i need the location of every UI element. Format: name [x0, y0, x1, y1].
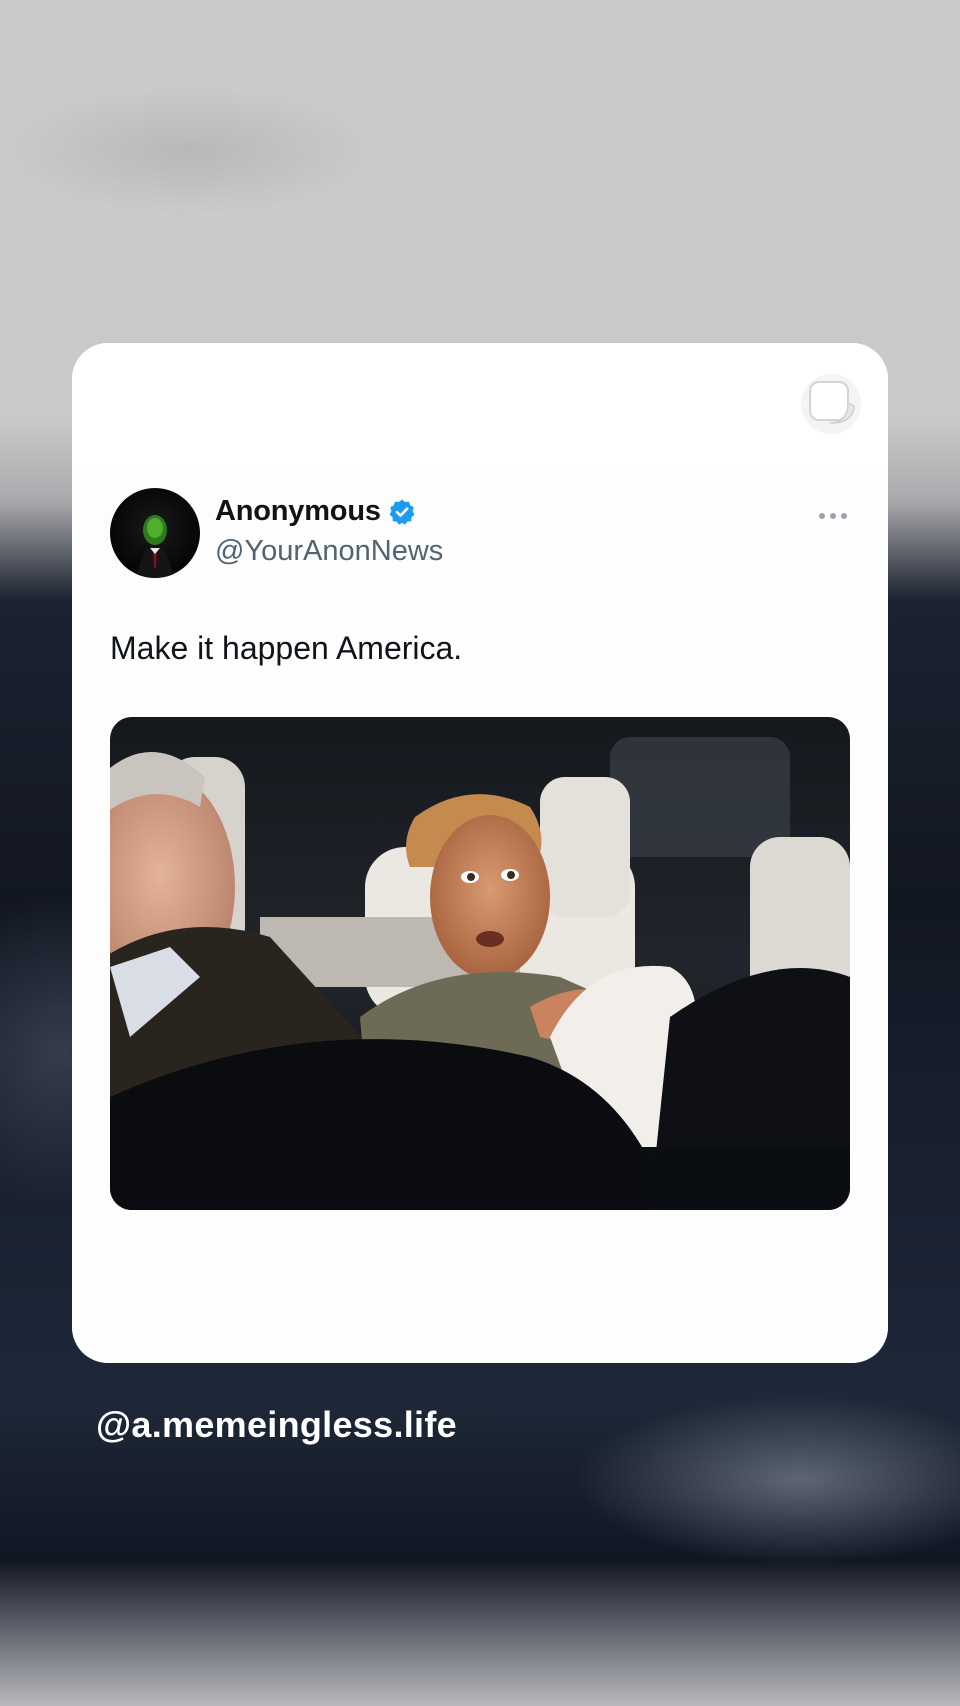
anonymous-mask-image: [135, 515, 175, 578]
author-handle[interactable]: @YourAnonNews: [215, 535, 443, 568]
more-options-icon[interactable]: [818, 511, 848, 521]
card-header-area: [72, 343, 888, 471]
avatar[interactable]: [110, 488, 200, 578]
author-name[interactable]: Anonymous: [215, 495, 381, 528]
author-name-row: Anonymous: [215, 495, 416, 528]
tweet-photo[interactable]: [110, 717, 850, 1210]
tweet-card[interactable]: Anonymous @YourAnonNews Make it happen A…: [72, 343, 888, 1363]
car-interior-photo: [110, 717, 850, 1210]
story-username[interactable]: @a.memeingless.life: [96, 1404, 457, 1446]
verified-badge-icon: [389, 499, 415, 525]
tweet-text: Make it happen America.: [110, 630, 463, 666]
sticker-icon[interactable]: [800, 373, 862, 435]
